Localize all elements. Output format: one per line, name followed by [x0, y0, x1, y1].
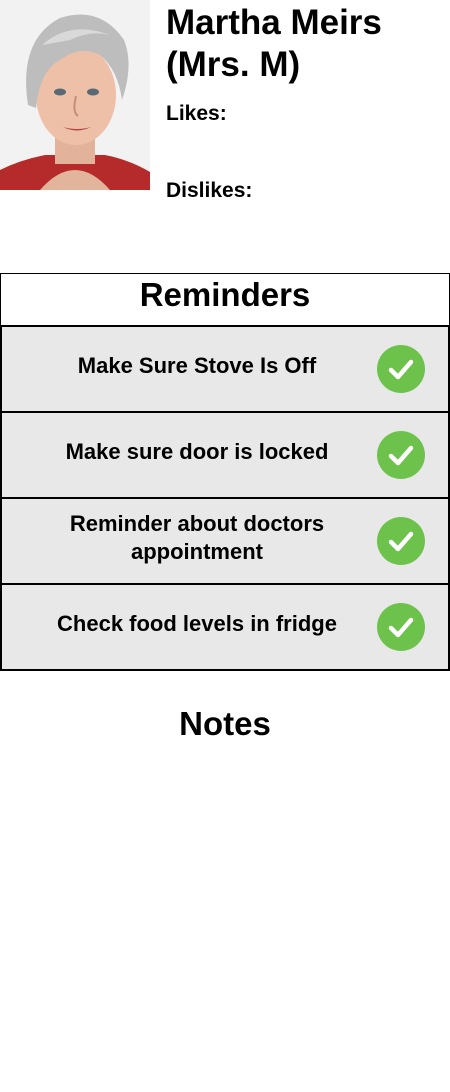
- reminder-text: Check food levels in fridge: [57, 611, 337, 636]
- check-circle-icon[interactable]: [377, 345, 425, 393]
- profile-photo: [0, 0, 150, 190]
- reminder-text: Reminder about doctors appointment: [69, 511, 325, 564]
- reminders-panel: Reminders Make Sure Stove Is Off Make su…: [0, 273, 450, 671]
- reminder-item: Check food levels in fridge: [0, 585, 450, 671]
- reminder-text: Make Sure Stove Is Off: [77, 353, 317, 378]
- reminder-item: Make sure door is locked: [0, 413, 450, 499]
- check-circle-icon[interactable]: [377, 517, 425, 565]
- check-circle-icon[interactable]: [377, 431, 425, 479]
- reminders-title: Reminders: [0, 273, 450, 327]
- check-circle-icon[interactable]: [377, 603, 425, 651]
- reminder-item: Reminder about doctors appointment: [0, 499, 450, 585]
- likes-label: Likes:: [166, 102, 227, 125]
- reminder-text: Make sure door is locked: [65, 439, 329, 464]
- notes-title: Notes: [179, 705, 271, 742]
- dislikes-label: Dislikes:: [166, 179, 253, 202]
- profile-name: Martha Meirs (Mrs. M): [166, 3, 382, 84]
- reminder-item: Make Sure Stove Is Off: [0, 327, 450, 413]
